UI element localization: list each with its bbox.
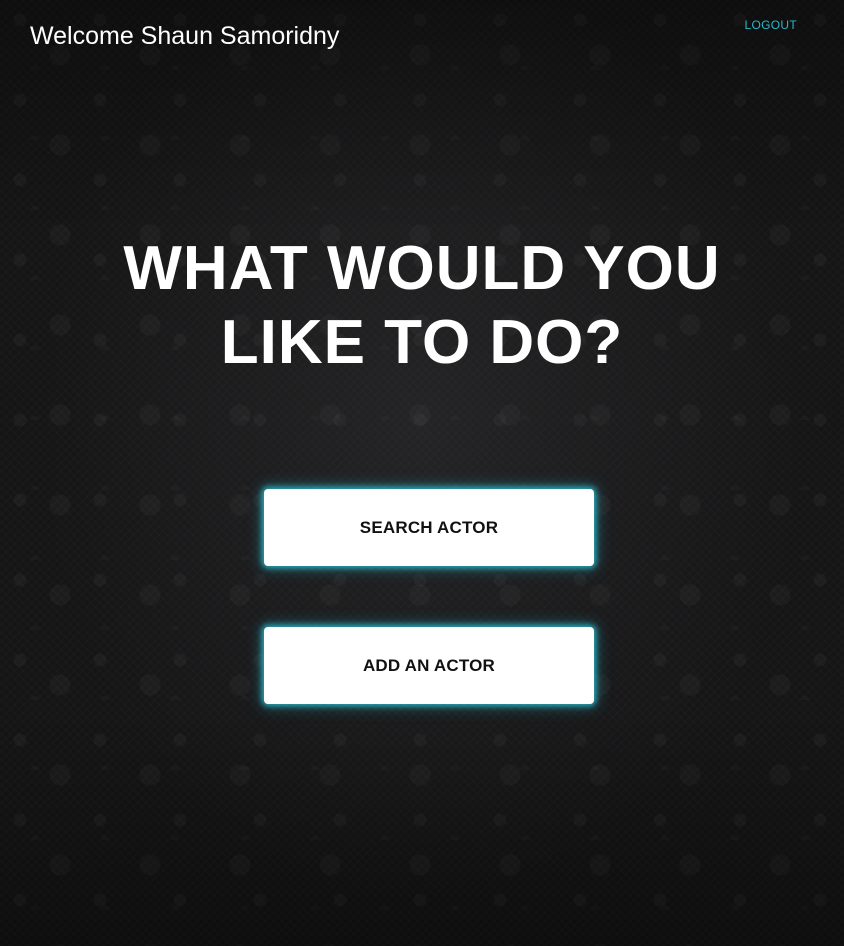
page-title-line-1: WHAT WOULD YOU (123, 234, 721, 303)
add-actor-button[interactable]: ADD AN ACTOR (264, 627, 594, 704)
logout-link[interactable]: LOGOUT (745, 18, 797, 32)
search-actor-button[interactable]: SEARCH ACTOR (264, 489, 594, 566)
page-title: WHAT WOULD YOU LIKE TO DO? (0, 232, 844, 380)
page-title-line-2: LIKE TO DO? (220, 308, 624, 377)
welcome-message: Welcome Shaun Samoridny (30, 22, 340, 50)
background-overlay (0, 0, 844, 946)
